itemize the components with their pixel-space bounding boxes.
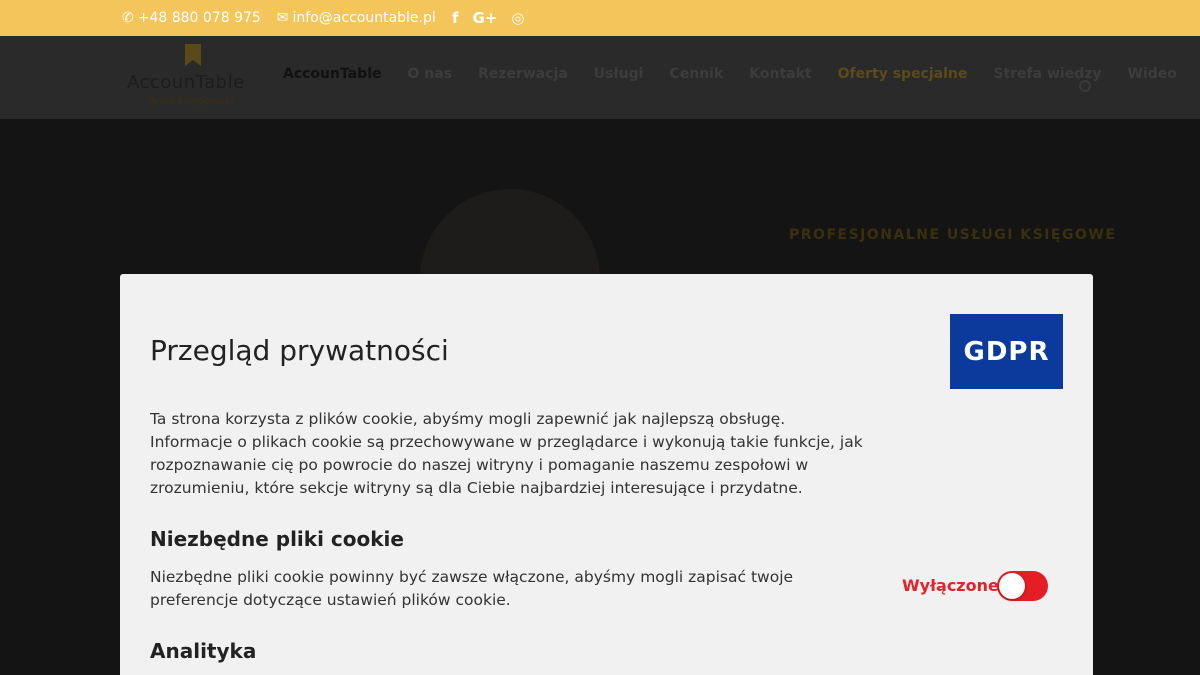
nav-item-o-nas[interactable]: O nas (408, 66, 453, 82)
email-icon: ✉ (276, 10, 289, 26)
nav-item-rezerwacja[interactable]: Rezerwacja (478, 66, 568, 82)
necessary-cookies-toggle[interactable] (997, 571, 1048, 601)
nav-item-oferty-specjalne[interactable]: Oferty specjalne (838, 66, 968, 82)
section-description-necessary: Niezbędne pliki cookie powinny być zawsz… (150, 568, 794, 609)
section-heading-necessary: Niezbędne pliki cookie (150, 527, 404, 551)
toggle-knob (999, 573, 1025, 599)
hero-heading: PROFESJONALNE USŁUGI KSIĘGOWE (789, 227, 1117, 243)
phone-number: +48 880 078 975 (137, 10, 261, 26)
bookmark-icon (185, 44, 201, 66)
nav-item-uslugi[interactable]: Usługi (594, 66, 644, 82)
nav-item-accountable[interactable]: AccounTable (283, 66, 382, 82)
contact-info: ✆ +48 880 078 975 ✉ info@accountable.pl (122, 0, 436, 36)
site-header: AccounTable Twoja księgowość AccounTable… (0, 36, 1200, 119)
privacy-modal: Przegląd prywatności GDPR Ta strona korz… (120, 274, 1093, 675)
facebook-icon[interactable]: f (452, 9, 459, 27)
logo-tagline: Twoja księgowość (147, 96, 236, 107)
modal-title: Przegląd prywatności (150, 334, 449, 367)
email-address: info@accountable.pl (292, 10, 436, 26)
search-icon[interactable] (1079, 80, 1091, 92)
google-plus-icon[interactable]: G+ (473, 9, 498, 27)
email-link[interactable]: ✉ info@accountable.pl (277, 10, 436, 26)
gdpr-logo: GDPR (950, 314, 1063, 389)
site-logo[interactable]: AccounTable Twoja księgowość (127, 44, 262, 112)
section-heading-analytics: Analityka (150, 639, 257, 663)
nav-item-cennik[interactable]: Cennik (669, 66, 723, 82)
top-bar: ✆ +48 880 078 975 ✉ info@accountable.pl … (0, 0, 1200, 36)
modal-intro: Ta strona korzysta z plików cookie, abyś… (150, 410, 863, 497)
main-nav: AccounTable O nas Rezerwacja Usługi Cenn… (283, 66, 1200, 82)
logo-name: AccounTable (127, 72, 245, 93)
social-links: f G+ ◎ (452, 0, 525, 36)
phone-icon: ✆ (122, 10, 134, 26)
phone-link[interactable]: ✆ +48 880 078 975 (122, 10, 261, 26)
toggle-label: Wyłączone (902, 576, 999, 595)
nav-item-wideo[interactable]: Wideo (1128, 66, 1177, 82)
instagram-icon[interactable]: ◎ (511, 9, 524, 27)
nav-item-kontakt[interactable]: Kontakt (749, 66, 811, 82)
